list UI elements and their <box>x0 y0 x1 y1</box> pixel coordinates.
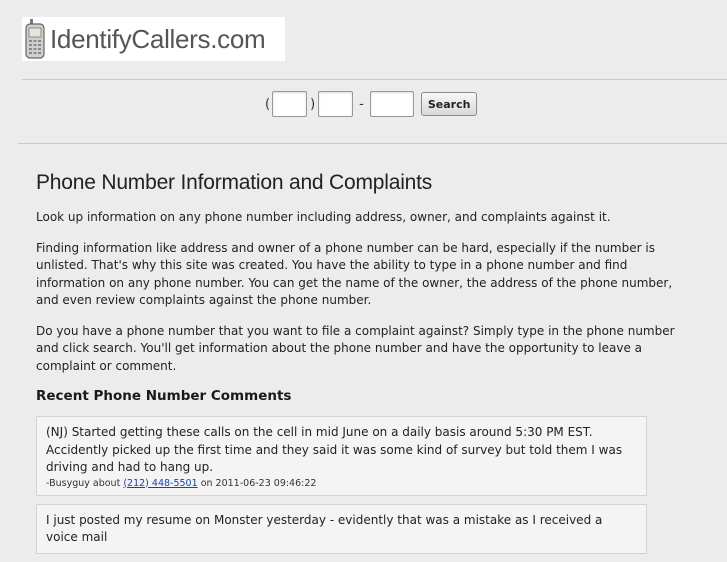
comment-text: I just posted my resume on Monster yeste… <box>46 512 603 545</box>
comment-meta: -Busyguy about (212) 448-5501 on 2011-06… <box>46 478 636 489</box>
search-divider <box>18 143 727 144</box>
comment-item: (NJ) Started getting these calls on the … <box>36 416 647 496</box>
paren-close: ) <box>310 96 316 112</box>
page-title: Phone Number Information and Complaints <box>36 171 433 194</box>
logo-text: IdentifyCallers.com <box>50 23 266 54</box>
description-paragraph: Finding information like address and own… <box>36 240 673 308</box>
intro-paragraph: Look up information on any phone number … <box>36 210 611 224</box>
comment-text: (NJ) Started getting these calls on the … <box>46 425 623 474</box>
prefix-input[interactable] <box>318 91 354 117</box>
area-code-input[interactable] <box>272 91 308 117</box>
comment-author: -Busyguy about <box>46 477 121 489</box>
line-number-input[interactable] <box>369 91 414 117</box>
main-content: Phone Number Information and Complaints … <box>36 171 686 562</box>
paren-open: ( <box>265 96 271 112</box>
dash-separator: - <box>359 96 364 112</box>
site-logo[interactable]: IdentifyCallers.com <box>22 17 285 61</box>
search-button[interactable]: Search <box>420 92 478 116</box>
recent-comments-heading: Recent Phone Number Comments <box>36 388 292 404</box>
comment-date: on 2011-06-23 09:46:22 <box>200 477 317 489</box>
complaint-paragraph: Do you have a phone number that you want… <box>36 323 675 373</box>
cell-phone-icon <box>25 19 45 59</box>
comment-item: I just posted my resume on Monster yeste… <box>36 503 647 554</box>
phone-search-form: ( ) - Search <box>265 91 478 117</box>
comment-phone-link[interactable]: (212) 448-5501 <box>123 478 197 489</box>
header-divider <box>22 79 727 80</box>
